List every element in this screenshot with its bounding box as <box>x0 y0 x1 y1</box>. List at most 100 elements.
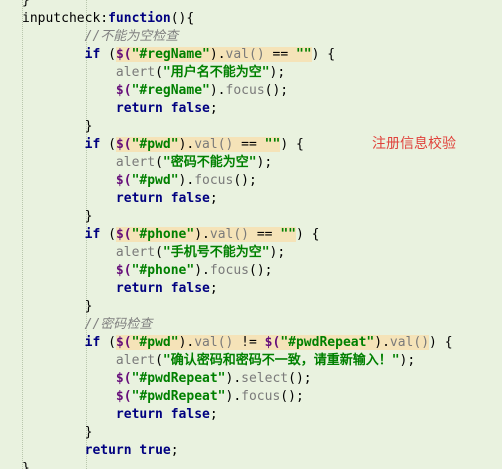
code-line[interactable]: return false; <box>0 280 502 298</box>
code-token: ( <box>100 335 116 350</box>
code-line[interactable]: //密码检查 <box>0 316 502 334</box>
code-token: ( <box>100 137 116 152</box>
code-token: ; <box>209 101 218 116</box>
code-line[interactable]: } <box>0 424 502 442</box>
code-line[interactable]: //不能为空检查 <box>0 28 502 46</box>
code-token: "#pwd" <box>131 173 179 188</box>
code-token: $("#pwd").val() != $("#pwdRepeat").val() <box>115 335 430 350</box>
code-token: return <box>115 101 163 116</box>
code-token: val() <box>209 227 250 242</box>
code-line[interactable]: alert("手机号不能为空"); <box>0 244 502 262</box>
code-token: != <box>233 335 265 350</box>
code-line[interactable]: if ($("#pwd").val() != $("#pwdRepeat").v… <box>0 334 502 352</box>
code-line[interactable]: return false; <box>0 190 502 208</box>
code-token: . <box>202 227 210 242</box>
code-token: ); <box>256 155 273 170</box>
code-token: (){ <box>170 11 195 26</box>
code-line[interactable]: $("#phone").focus(); <box>0 262 502 280</box>
code-token: "#pwdRepeat" <box>131 389 226 404</box>
code-token: $( <box>115 263 132 278</box>
code-token: ) <box>209 47 218 62</box>
code-token: } <box>22 299 93 314</box>
code-token: (); <box>249 263 273 278</box>
code-token: return <box>115 407 163 422</box>
code-line[interactable]: } <box>0 208 502 226</box>
code-token: focus <box>241 389 281 404</box>
code-token: "" <box>280 227 296 242</box>
code-token: == <box>233 137 265 152</box>
code-token: ); <box>269 65 286 80</box>
code-token: ) { <box>280 137 304 152</box>
code-token: } <box>22 209 93 224</box>
code-token: $( <box>115 137 132 152</box>
code-line[interactable]: inputcheck:function(){ <box>0 10 502 28</box>
code-editor[interactable]: } inputcheck:function(){ //不能为空检查 if ($("… <box>0 0 502 469</box>
code-line[interactable]: return false; <box>0 100 502 118</box>
code-line[interactable]: $("#pwdRepeat").select(); <box>0 370 502 388</box>
code-token: focus <box>225 83 265 98</box>
code-token: return <box>84 443 132 458</box>
code-token: return <box>115 191 163 206</box>
code-token: ) { <box>311 47 336 62</box>
code-token: $( <box>115 83 132 98</box>
code-token: "#regName" <box>131 47 210 62</box>
code-token: ) { <box>429 335 453 350</box>
code-token: ; <box>209 281 218 296</box>
code-token: val() <box>194 335 234 350</box>
code-token: false <box>170 101 210 116</box>
code-token: "确认密码和密码不一致，请重新输入！" <box>162 353 400 368</box>
code-token: "#phone" <box>131 227 195 242</box>
code-token: $( <box>115 47 132 62</box>
code-token: if <box>84 47 101 62</box>
code-line[interactable]: $("#pwdRepeat").focus(); <box>0 388 502 406</box>
code-line[interactable]: $("#pwd").focus(); <box>0 172 502 190</box>
code-line[interactable]: alert("密码不能为空"); <box>0 154 502 172</box>
code-token: . <box>382 335 390 350</box>
code-token: alert <box>115 245 156 260</box>
code-token: "密码不能为空" <box>162 155 257 170</box>
code-token: alert <box>115 155 156 170</box>
code-token: function <box>108 11 171 26</box>
code-token: val() <box>389 335 430 350</box>
code-line[interactable]: } <box>0 0 502 10</box>
code-line[interactable]: }, <box>0 460 502 469</box>
code-line[interactable]: alert("确认密码和密码不一致，请重新输入！"); <box>0 352 502 370</box>
code-line[interactable]: return true; <box>0 442 502 460</box>
code-token: (); <box>288 371 312 386</box>
code-line[interactable]: } <box>0 298 502 316</box>
code-token: ( <box>100 47 116 62</box>
code-token: return <box>115 281 163 296</box>
code-token: . <box>217 47 226 62</box>
code-token: ); <box>399 353 416 368</box>
code-token: $("#phone").val() == "" <box>115 227 296 242</box>
code-token: (); <box>280 389 304 404</box>
code-token: false <box>170 281 210 296</box>
code-line[interactable]: if ($("#phone").val() == "") { <box>0 226 502 244</box>
code-token: } <box>22 425 93 440</box>
code-token: ) <box>374 335 383 350</box>
code-token: $( <box>115 227 132 242</box>
code-token: "#pwdRepeat" <box>131 371 226 386</box>
code-line[interactable]: return false; <box>0 406 502 424</box>
code-line[interactable]: if ($("#regName").val() == "") { <box>0 46 502 64</box>
code-token: } <box>22 0 30 8</box>
code-token: == <box>249 227 281 242</box>
code-line[interactable]: $("#regName").focus(); <box>0 82 502 100</box>
code-line[interactable]: alert("用户名不能为空"); <box>0 64 502 82</box>
code-token: inputcheck <box>22 11 101 26</box>
code-token: val() <box>225 47 265 62</box>
